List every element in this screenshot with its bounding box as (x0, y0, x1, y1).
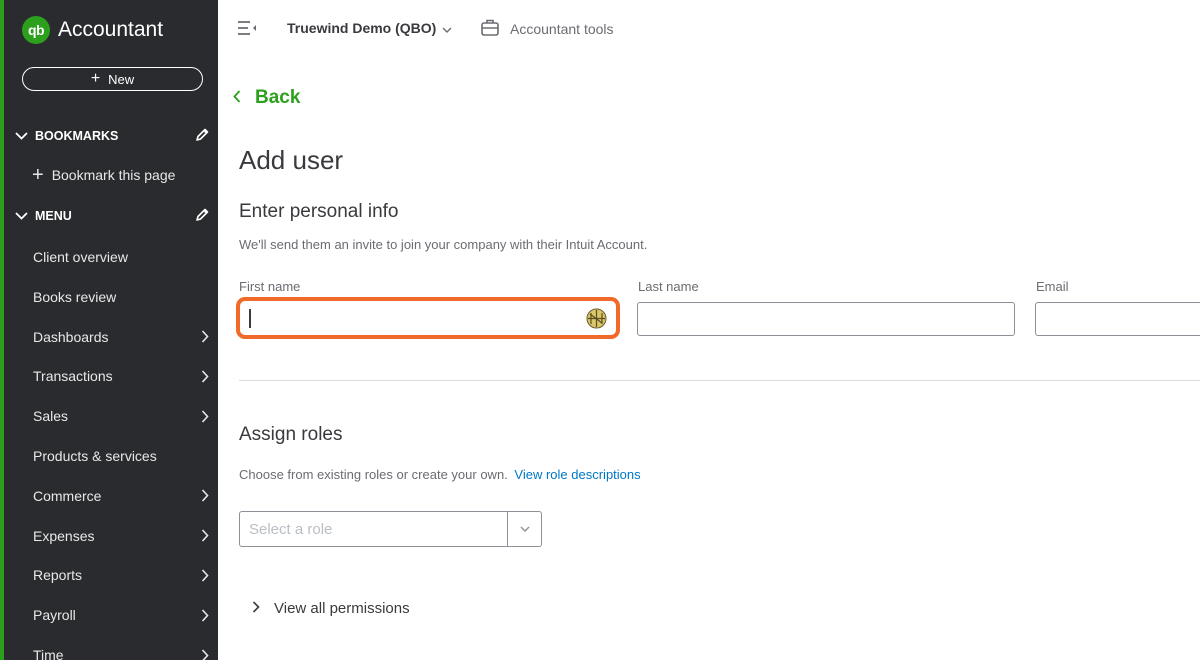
company-name: Truewind Demo (QBO) (287, 20, 437, 36)
accountant-tools-label: Accountant tools (510, 20, 614, 37)
view-all-permissions-toggle[interactable]: View all permissions (252, 600, 410, 617)
sidebar-item-dashboards[interactable]: Dashboards (33, 326, 211, 348)
personal-info-title: Enter personal info (239, 201, 399, 222)
menu-heading-label: MENU (35, 209, 72, 223)
email-input[interactable] (1035, 302, 1200, 336)
new-button-label: New (108, 71, 135, 87)
chevron-down-icon[interactable] (508, 512, 541, 546)
company-switcher[interactable]: Truewind Demo (QBO) (287, 20, 452, 36)
sidebar-item-products-services[interactable]: Products & services (33, 445, 211, 467)
sidebar-item-sales[interactable]: Sales (33, 405, 211, 427)
chevron-right-icon (199, 569, 211, 582)
accountant-tools[interactable]: Accountant tools (480, 17, 614, 40)
sidebar-item-client-overview[interactable]: Client overview (33, 246, 211, 268)
sidebar-item-label: Books review (33, 288, 117, 305)
app-name: Accountant (58, 18, 164, 41)
chevron-right-icon (199, 648, 211, 660)
new-button[interactable]: + New (22, 67, 203, 91)
text-cursor (249, 309, 251, 328)
sidebar-item-expenses[interactable]: Expenses (33, 525, 211, 547)
page-title: Add user (239, 145, 344, 175)
plus-icon: + (32, 164, 44, 186)
personal-info-description: We'll send them an invite to join your c… (239, 237, 648, 252)
menu-heading[interactable]: MENU (10, 206, 210, 226)
section-divider (239, 380, 1200, 381)
chevron-right-icon (199, 410, 211, 423)
pencil-icon[interactable] (194, 127, 210, 146)
app-logo[interactable]: qb Accountant (22, 16, 163, 44)
bookmarks-heading[interactable]: BOOKMARKS (10, 126, 210, 146)
sidebar: qb Accountant + New BOOKMARKS + Bookmark… (0, 0, 218, 660)
chevron-right-icon (199, 370, 211, 383)
chevron-right-icon (252, 600, 260, 617)
bookmark-this-page[interactable]: + Bookmark this page (32, 165, 175, 185)
first-name-input[interactable] (241, 302, 615, 334)
chevron-down-icon (10, 212, 32, 220)
role-select[interactable]: Select a role (239, 511, 542, 547)
bookmarks-heading-label: BOOKMARKS (35, 129, 119, 143)
view-role-descriptions-link[interactable]: View role descriptions (514, 467, 640, 482)
sidebar-item-label: Reports (33, 567, 83, 584)
email-label: Email (1036, 279, 1069, 294)
first-name-label: First name (239, 279, 301, 294)
sidebar-item-reports[interactable]: Reports (33, 564, 211, 586)
sidebar-item-books-review[interactable]: Books review (33, 286, 211, 308)
pencil-icon[interactable] (194, 207, 210, 226)
bookmark-this-page-label: Bookmark this page (51, 167, 176, 183)
chevron-down-icon (10, 132, 32, 140)
briefcase-icon (480, 17, 500, 40)
chevron-left-icon (233, 87, 241, 109)
sidebar-item-transactions[interactable]: Transactions (33, 365, 211, 387)
plus-icon: + (90, 70, 101, 87)
sidebar-item-payroll[interactable]: Payroll (33, 604, 211, 626)
sidebar-item-label: Expenses (33, 527, 95, 544)
menu-collapse-icon[interactable] (237, 19, 259, 42)
sidebar-item-label: Dashboards (33, 328, 109, 345)
sidebar-item-label: Products & services (33, 448, 157, 464)
sidebar-item-label: Transactions (33, 368, 113, 385)
back-link[interactable]: Back (233, 87, 300, 109)
view-all-permissions-label: View all permissions (274, 600, 410, 617)
back-label: Back (255, 87, 301, 108)
chevron-right-icon (199, 529, 211, 542)
sidebar-item-label: Payroll (33, 607, 76, 624)
sidebar-item-label: Time (33, 647, 64, 660)
autofill-key-icon[interactable] (586, 308, 607, 329)
sidebar-item-time[interactable]: Time (33, 644, 211, 660)
assign-roles-title: Assign roles (239, 424, 343, 445)
chevron-right-icon (199, 330, 211, 343)
sidebar-item-label: Commerce (33, 487, 102, 504)
role-select-placeholder: Select a role (240, 512, 508, 546)
assign-roles-description: Choose from existing roles or create you… (239, 467, 641, 482)
last-name-label: Last name (638, 279, 699, 294)
chevron-right-icon (199, 609, 211, 622)
assign-roles-text: Choose from existing roles or create you… (239, 467, 508, 482)
chevron-right-icon (199, 489, 211, 502)
sidebar-item-label: Client overview (33, 249, 128, 265)
sidebar-item-label: Sales (33, 408, 69, 425)
sidebar-item-commerce[interactable]: Commerce (33, 485, 211, 507)
qb-logo-icon: qb (22, 16, 50, 44)
last-name-input[interactable] (637, 302, 1015, 336)
chevron-down-icon (442, 20, 452, 36)
